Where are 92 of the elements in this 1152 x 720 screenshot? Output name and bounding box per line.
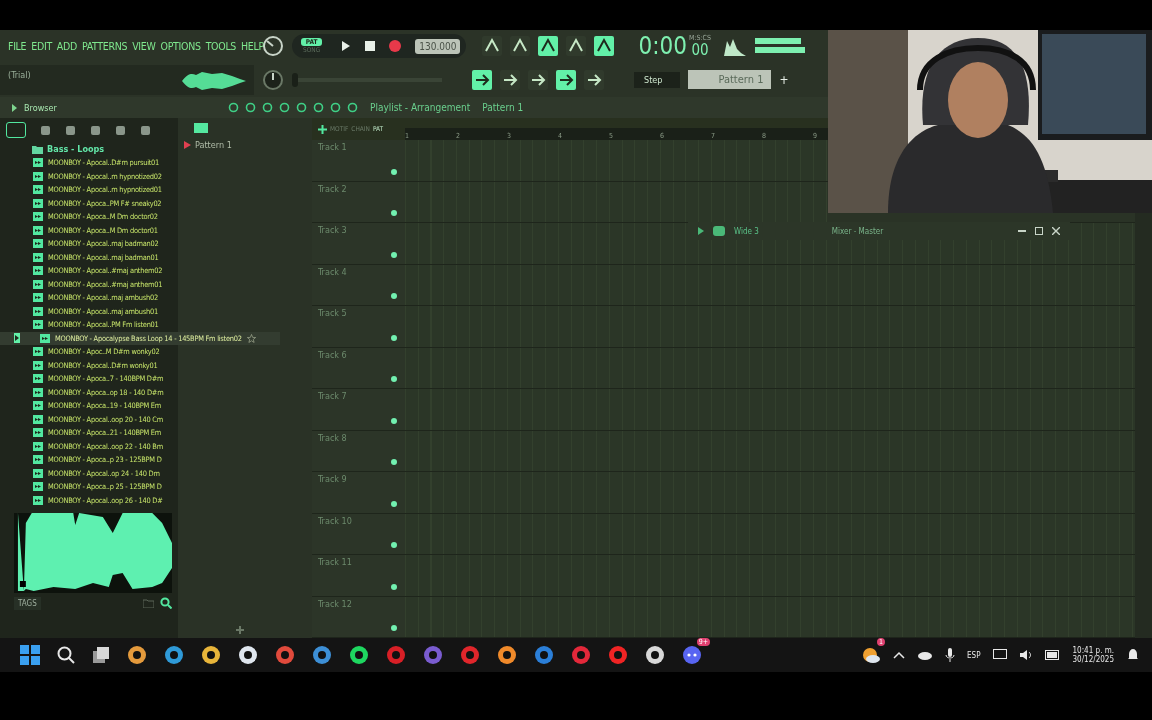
audio-file-icon	[33, 266, 43, 276]
audio-file-icon	[33, 401, 43, 411]
tempo-field[interactable]: 130.000	[415, 38, 461, 54]
browser-title: Browser	[24, 102, 57, 113]
search-icon[interactable]	[57, 646, 75, 664]
audio-file-icon	[33, 212, 43, 222]
track-toggle[interactable]	[391, 542, 397, 548]
audio-file-icon	[33, 495, 43, 505]
menu-item[interactable]: OPTIONS	[160, 40, 201, 52]
notification-bell-icon[interactable]	[1126, 648, 1140, 662]
chat-app-icon[interactable]	[682, 645, 702, 665]
audio-file-icon	[33, 198, 43, 208]
breadcrumb-item[interactable]: Playlist - Arrangement	[370, 102, 471, 113]
play-icon[interactable]	[339, 40, 352, 52]
preset-name[interactable]: Wide 3	[734, 226, 759, 236]
snap-selector[interactable]: Step	[634, 71, 681, 88]
play-icon[interactable]	[14, 333, 20, 344]
audio-file-icon	[33, 428, 43, 438]
app-icon[interactable]	[423, 645, 443, 665]
stop-icon[interactable]	[365, 41, 376, 51]
audio-file-icon	[33, 252, 43, 262]
audio-file-icon	[33, 239, 43, 249]
audio-file-icon	[33, 468, 43, 478]
track-toggle[interactable]	[391, 376, 397, 382]
track-toggle[interactable]	[391, 293, 397, 299]
audio-file-icon	[33, 374, 43, 384]
audio-file-icon	[33, 158, 43, 168]
menu-item[interactable]: FILE	[8, 40, 27, 52]
weather-icon[interactable]	[861, 645, 882, 665]
audio-file-icon	[33, 414, 43, 424]
language-indicator[interactable]: ESP	[967, 650, 981, 660]
audio-file-icon	[33, 306, 43, 316]
pattern-item[interactable]: Pattern 1	[178, 138, 312, 152]
audio-file-icon	[33, 293, 43, 303]
menu-item[interactable]: ADD	[56, 40, 77, 52]
browser-toggle-button[interactable]	[6, 122, 26, 138]
network-icon[interactable]	[992, 649, 1007, 661]
waveform-icon	[182, 70, 246, 91]
level-meter-icon	[755, 36, 805, 56]
time-value: 0:00	[638, 34, 687, 58]
windows-logo-icon[interactable]	[20, 645, 40, 665]
track-toggle[interactable]	[391, 168, 397, 175]
audio-file-icon	[33, 441, 43, 451]
audio-file-icon	[33, 185, 43, 195]
audio-file-icon	[33, 347, 43, 357]
audio-file-icon	[33, 455, 43, 465]
audio-file-icon	[33, 387, 43, 397]
track-toggle[interactable]	[391, 625, 397, 631]
chevron-up-icon[interactable]	[893, 651, 906, 659]
track-toggle[interactable]	[391, 583, 397, 590]
menu-item[interactable]: TOOLS	[205, 40, 237, 52]
track-toggle[interactable]	[391, 459, 397, 465]
mixer-title: Mixer - Master	[831, 226, 884, 236]
menu-item[interactable]: VIEW	[132, 40, 156, 52]
menu-item[interactable]: PATTERNS	[82, 40, 128, 52]
track-toggle[interactable]	[391, 417, 397, 424]
search-icon[interactable]	[160, 597, 172, 609]
folder-name[interactable]: Bass - Loops	[47, 144, 105, 154]
track-toggle[interactable]	[391, 251, 397, 258]
battery-icon[interactable]	[1044, 650, 1061, 660]
track-toggle[interactable]	[391, 500, 397, 507]
microphone-icon[interactable]	[945, 648, 956, 662]
track-toggle[interactable]	[391, 210, 397, 216]
clock-date: 30/12/2025	[1072, 655, 1114, 664]
clock-time: 10:41 p. m.	[1072, 646, 1114, 655]
arrow-icon[interactable]	[698, 227, 704, 235]
audio-file-icon	[33, 320, 43, 330]
breadcrumb-item[interactable]: Pattern 1	[482, 102, 524, 113]
arrow-icon[interactable]	[10, 103, 18, 112]
hint-text: (Trial)	[8, 69, 31, 80]
audio-file-icon	[33, 279, 43, 289]
add-pattern-button[interactable]: +	[779, 72, 789, 87]
audio-file-icon	[40, 333, 50, 343]
time-centiseconds: 00	[691, 42, 709, 58]
track-name[interactable]: Track 4	[318, 266, 347, 277]
minimize-icon[interactable]	[1018, 227, 1026, 235]
add-icon[interactable]	[318, 124, 327, 134]
audio-file-icon	[33, 360, 43, 370]
close-icon[interactable]	[1052, 227, 1060, 235]
task-view-icon[interactable]	[92, 646, 110, 664]
knob-icon[interactable]	[262, 68, 284, 91]
mixer-title-bar[interactable]: Wide 3 Mixer - Master	[688, 222, 1070, 240]
maximize-icon[interactable]	[1035, 227, 1043, 235]
clock[interactable]: 10:41 p. m. 30/12/2025	[1072, 646, 1114, 664]
triangle-icon	[184, 141, 191, 149]
audio-file-icon	[33, 482, 43, 492]
menu-item[interactable]: HELP	[241, 40, 264, 52]
track-toggle[interactable]	[391, 334, 397, 341]
tags-button[interactable]: TAGS	[14, 596, 41, 610]
menu-item[interactable]: EDIT	[31, 40, 52, 52]
audio-file-icon	[33, 171, 43, 181]
audio-file-icon	[33, 225, 43, 235]
